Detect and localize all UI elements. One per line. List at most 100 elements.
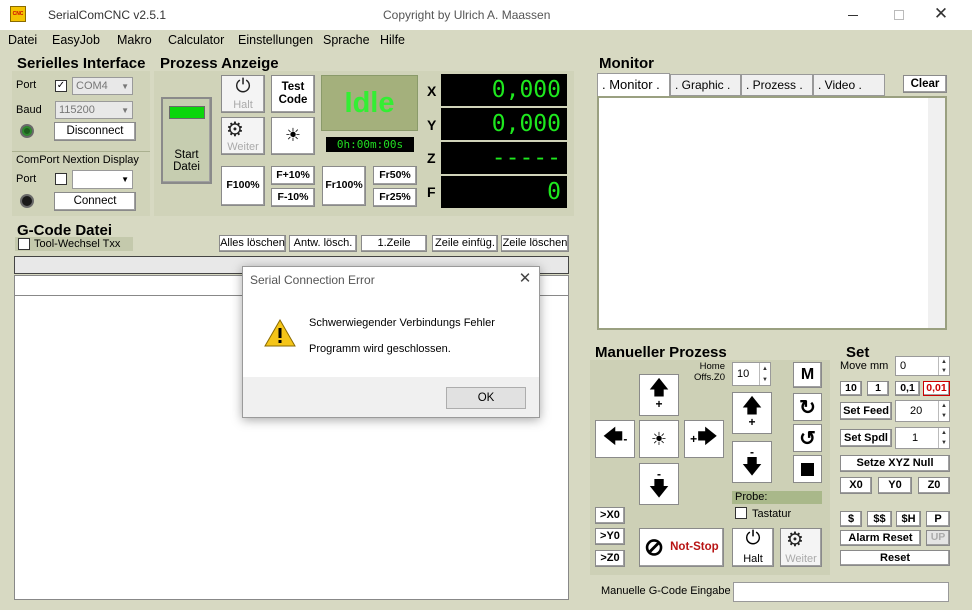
menu-calculator[interactable]: Calculator <box>168 33 224 47</box>
manual-halt-label: Halt <box>743 552 763 565</box>
jog-light-button[interactable]: ☀ <box>639 420 679 458</box>
move-mm-spinner[interactable]: 0 ▲ ▼ <box>895 356 950 376</box>
menu-makro[interactable]: Makro <box>117 33 152 47</box>
arrow-up-icon: 🡅 <box>741 395 763 417</box>
step-0-1-button[interactable]: 0,1 <box>895 381 920 396</box>
set-xyz-null-button[interactable]: Setze XYZ Null <box>840 455 950 472</box>
set-spindle-button[interactable]: Set Spdl <box>840 429 892 447</box>
tab-graphic[interactable]: . Graphic . <box>670 74 741 96</box>
spindle-spinner[interactable]: 1 ▲ ▼ <box>895 427 950 449</box>
jog-x-minus-button[interactable]: 🡄 - <box>595 420 635 458</box>
tab-monitor[interactable]: . Monitor . <box>597 73 670 97</box>
menu-datei[interactable]: Datei <box>8 33 37 47</box>
cmd-dollar-dollar-button[interactable]: $$ <box>867 511 892 527</box>
tastatur-checkbox[interactable] <box>735 507 747 519</box>
set-z0-button[interactable]: Z0 <box>918 477 950 494</box>
manual-weiter-label: Weiter <box>785 552 817 565</box>
fplus10-button[interactable]: F+10% <box>271 166 315 185</box>
test-code-button[interactable]: Test Code <box>271 75 315 113</box>
port2-checkbox[interactable] <box>55 173 67 185</box>
axis-y-label: Y <box>427 117 437 133</box>
cmd-p-button[interactable]: P <box>926 511 950 527</box>
gcode-input-field[interactable] <box>733 582 949 602</box>
first-line-button[interactable]: 1.Zeile <box>361 235 427 252</box>
clear-button[interactable]: Clear <box>903 75 947 93</box>
stop-button[interactable] <box>793 455 822 483</box>
alarm-reset-button[interactable]: Alarm Reset <box>840 530 921 546</box>
rotate-cw-button[interactable]: ↻ <box>793 393 822 421</box>
goto-y0-button[interactable]: >Y0 <box>595 528 625 545</box>
power-icon: ⏻ <box>235 76 251 97</box>
dialog-message-2: Programm wird geschlossen. <box>309 343 451 355</box>
menu-hilfe[interactable]: Hilfe <box>380 33 405 47</box>
cmd-home-button[interactable]: $H <box>896 511 921 527</box>
set-x0-button[interactable]: X0 <box>840 477 872 494</box>
set-y0-button[interactable]: Y0 <box>878 477 912 494</box>
port-select[interactable]: COM4 ▼ <box>72 77 133 95</box>
jog-z-plus-button[interactable]: 🡅 + <box>732 392 772 434</box>
sun-icon: ☀ <box>284 125 302 146</box>
light-button[interactable]: ☀ <box>271 117 315 155</box>
dialog-ok-button[interactable]: OK <box>446 387 526 409</box>
maximize-button[interactable] <box>884 0 914 30</box>
set-feed-button[interactable]: Set Feed <box>840 402 892 420</box>
close-button[interactable]: ✕ <box>926 4 956 26</box>
port-value: COM4 <box>76 80 108 92</box>
start-file-button[interactable]: Start Datei <box>161 97 212 184</box>
f100-button[interactable]: F100% <box>221 166 265 206</box>
jog-y-minus-button[interactable]: - 🡇 <box>639 463 679 505</box>
manual-halt-button[interactable]: ⏻ Halt <box>732 528 774 567</box>
jog-x-plus-button[interactable]: + 🡆 <box>684 420 724 458</box>
delete-answer-button[interactable]: Antw. lösch. <box>289 235 357 252</box>
monitor-area[interactable] <box>597 96 947 330</box>
feed-spinner[interactable]: 20 ▲ ▼ <box>895 400 950 422</box>
manual-weiter-button[interactable]: ⚙ Weiter <box>780 528 822 567</box>
delete-line-button[interactable]: Zeile löschen <box>501 235 569 252</box>
dialog-close-button[interactable]: ✕ <box>513 269 537 291</box>
jog-z-minus-button[interactable]: - 🡇 <box>732 441 772 483</box>
insert-line-button[interactable]: Zeile einfüg. <box>432 235 498 252</box>
chevron-down-icon: ▼ <box>121 175 129 184</box>
up-button[interactable]: UP <box>926 530 950 546</box>
menu-sprache[interactable]: Sprache <box>323 33 370 47</box>
port-checkbox[interactable]: ✓ <box>55 80 67 92</box>
menu-einstellungen[interactable]: Einstellungen <box>238 33 313 47</box>
fr50-button[interactable]: Fr50% <box>373 166 417 185</box>
cmd-dollar-button[interactable]: $ <box>840 511 862 527</box>
fr25-button[interactable]: Fr25% <box>373 188 417 207</box>
step-10-button[interactable]: 10 <box>840 381 862 396</box>
spinner-arrows-icon: ▲ ▼ <box>938 357 949 375</box>
fr100-button[interactable]: Fr100% <box>322 166 366 206</box>
jog-y-plus-button[interactable]: 🡅 + <box>639 374 679 416</box>
maximize-icon <box>894 10 904 20</box>
disconnect-button[interactable]: Disconnect <box>54 122 136 141</box>
tool-change-checkbox[interactable] <box>18 238 30 250</box>
baud-select[interactable]: 115200 ▼ <box>55 101 133 119</box>
menu-easyjob[interactable]: EasyJob <box>52 33 100 47</box>
power-icon: ⏻ <box>745 528 761 549</box>
minimize-button[interactable] <box>838 0 868 30</box>
reset-button[interactable]: Reset <box>840 550 950 566</box>
step-spinner[interactable]: 10 ▲ ▼ <box>732 362 771 386</box>
rotate-ccw-button[interactable]: ↺ <box>793 424 822 452</box>
step-1-button[interactable]: 1 <box>867 381 889 396</box>
goto-z0-button[interactable]: >Z0 <box>595 550 625 567</box>
process-heading: Prozess Anzeige <box>160 55 279 72</box>
weiter-button[interactable]: ⚙ Weiter <box>221 117 265 155</box>
halt-button[interactable]: ⏻ Halt <box>221 75 265 113</box>
monitor-scrollbar[interactable] <box>928 98 945 328</box>
port2-select[interactable]: ▼ <box>72 170 133 189</box>
app-logo: CNC <box>10 6 26 22</box>
connection-led-icon <box>20 124 34 138</box>
chevron-down-icon: ▼ <box>121 105 129 115</box>
not-stop-button[interactable]: ⊘ Not-Stop <box>639 528 724 567</box>
step-0-01-button[interactable]: 0,01 <box>923 381 950 396</box>
tab-prozess[interactable]: . Prozess . <box>741 74 813 96</box>
clear-all-button[interactable]: Alles löschen <box>219 235 286 252</box>
axis-x-value: 0,000 <box>441 74 567 106</box>
goto-x0-button[interactable]: >X0 <box>595 507 625 524</box>
tab-video[interactable]: . Video . <box>813 74 885 96</box>
connect-button[interactable]: Connect <box>54 192 136 211</box>
macro-m-button[interactable]: M <box>793 362 822 388</box>
fminus10-button[interactable]: F-10% <box>271 188 315 207</box>
